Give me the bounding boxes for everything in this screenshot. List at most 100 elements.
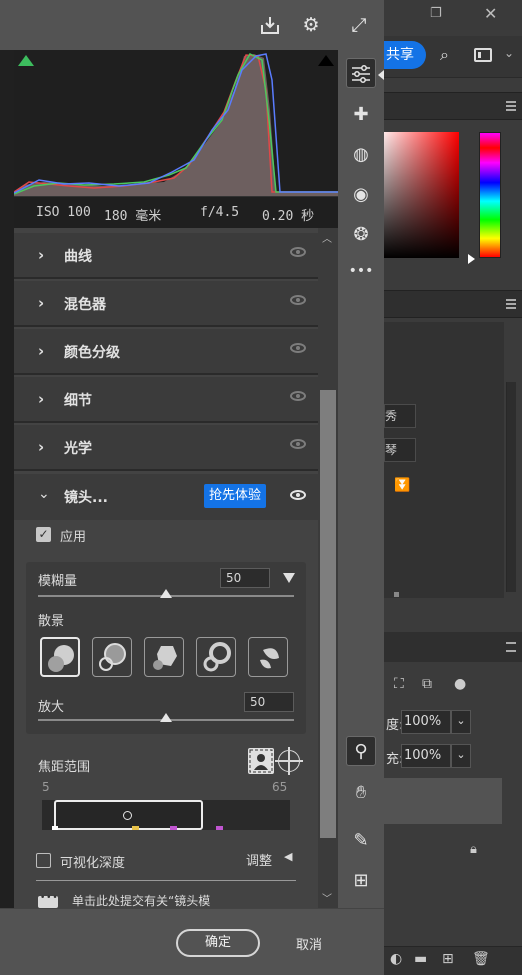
panel-scrollbar[interactable]: ︿ ﹀: [318, 228, 338, 908]
red-eye-icon[interactable]: ◉: [346, 180, 376, 210]
bokeh-circle-button[interactable]: [40, 637, 80, 677]
color-picker-field[interactable]: [384, 132, 459, 258]
eye-icon[interactable]: [290, 490, 306, 500]
close-icon[interactable]: ✕: [484, 4, 497, 23]
triangle-left-icon[interactable]: ◀: [284, 850, 292, 863]
toggle-icon[interactable]: ●: [454, 676, 466, 692]
grid-icon[interactable]: ⊞: [346, 866, 376, 896]
highlight-clipping-icon[interactable]: [316, 52, 336, 68]
feedback-link[interactable]: 单击此处提交有关“镜头模: [72, 892, 210, 908]
dialog-topbar: ⚙ ⤢: [0, 0, 384, 50]
chevron-down-icon: ⌄: [38, 486, 50, 502]
panel-layout-icon[interactable]: [474, 48, 492, 62]
download-icon[interactable]: [259, 14, 281, 36]
gear-icon[interactable]: ⚙: [300, 14, 322, 36]
shadow-clipping-icon[interactable]: [16, 52, 36, 68]
search-icon[interactable]: ⌕: [440, 45, 449, 65]
boost-input[interactable]: 50: [244, 692, 294, 712]
panel-menu-icon[interactable]: [506, 299, 516, 309]
section-label: 混色器: [64, 297, 106, 313]
range-marker: [52, 826, 58, 830]
lock-icon[interactable]: 🔒︎: [470, 842, 477, 857]
chevron-down-icon[interactable]: ⌄: [451, 710, 471, 734]
hue-pointer-icon[interactable]: [468, 254, 475, 264]
hand-icon[interactable]: ✋︎: [346, 778, 376, 808]
refine-label[interactable]: 调整: [246, 850, 272, 869]
panel-menu-icon[interactable]: [506, 101, 516, 111]
adjustment-icon[interactable]: ◐: [390, 951, 402, 967]
transform-icon[interactable]: ⛶: [394, 676, 404, 692]
image-preview-edge: [0, 50, 14, 908]
fullscreen-icon[interactable]: ⤢: [348, 14, 370, 36]
chevron-right-icon: ›: [38, 246, 45, 264]
new-layer-icon[interactable]: ⊞: [442, 951, 454, 967]
exif-info: ISO 100 180 毫米 f/4.5 0.20 秒: [14, 196, 338, 228]
scroll-up-icon[interactable]: ︿: [322, 230, 332, 245]
edit-sliders-icon[interactable]: [346, 58, 376, 88]
opacity-row: 度: 100% ⌄: [384, 710, 522, 736]
scrollbar-thumb[interactable]: [320, 390, 336, 838]
opacity-input[interactable]: 100%: [401, 710, 451, 734]
bokeh-bubble-button[interactable]: [92, 637, 132, 677]
property-field[interactable]: 琴: [384, 438, 416, 462]
bokeh-blade-button[interactable]: [144, 637, 184, 677]
align-bottom-icon[interactable]: ⏬: [394, 478, 410, 493]
section-optics[interactable]: › 光学: [14, 425, 318, 471]
section-lens-blur[interactable]: ⌄ 镜头... 抢先体验: [14, 474, 318, 520]
fill-input[interactable]: 100%: [401, 744, 451, 768]
triangle-down-icon[interactable]: [283, 573, 295, 583]
section-label: 颜色分级: [64, 345, 120, 361]
smart-object-icon[interactable]: ⧉: [422, 676, 432, 692]
layer-item[interactable]: [384, 778, 502, 824]
dialog-footer: 确定 取消: [0, 908, 384, 975]
eye-icon[interactable]: [290, 439, 306, 449]
scroll-down-icon[interactable]: ﹀: [322, 890, 332, 905]
section-curves[interactable]: › 曲线: [14, 233, 318, 279]
feedback-row[interactable]: 单击此处提交有关“镜头模: [38, 892, 298, 908]
property-field[interactable]: 秀: [384, 404, 416, 428]
trash-icon[interactable]: 🗑︎: [472, 951, 490, 967]
section-label: 细节: [64, 393, 92, 409]
subject-focus-icon[interactable]: [248, 748, 274, 774]
section-color-mixer[interactable]: › 混色器: [14, 281, 318, 327]
section-color-grading[interactable]: › 颜色分级: [14, 329, 318, 375]
restore-icon[interactable]: ❐: [430, 6, 442, 21]
eye-icon[interactable]: [290, 295, 306, 305]
early-access-badge: 抢先体验: [204, 484, 267, 508]
bokeh-cat-eye-button[interactable]: [248, 637, 288, 677]
eye-icon[interactable]: [290, 391, 306, 401]
folder-icon[interactable]: ▬: [414, 951, 427, 967]
mask-icon[interactable]: ◍: [346, 140, 376, 170]
histogram: [14, 50, 338, 196]
focal-length-value: 180 毫米: [104, 209, 162, 224]
apply-checkbox[interactable]: ✓: [36, 527, 51, 542]
chevron-down-icon[interactable]: ⌄: [504, 46, 514, 60]
eye-icon[interactable]: [290, 247, 306, 257]
focal-range-knob[interactable]: [123, 811, 132, 820]
zoom-icon[interactable]: ⚲: [346, 736, 376, 766]
more-icon[interactable]: •••: [346, 256, 376, 286]
blur-amount-thumb[interactable]: [160, 589, 172, 598]
blur-amount-input[interactable]: 50: [220, 568, 270, 588]
photoshop-background-window: ❐ ✕ 共享 ⌕ ⌄ 秀 琴 ⏬ ⛶ ⧉ ● 度: 100% ⌄ 充: 100%…: [384, 0, 522, 975]
ps-titlebar: ❐ ✕: [384, 0, 522, 30]
panel-menu-icon[interactable]: [506, 642, 516, 652]
ok-button[interactable]: 确定: [176, 929, 260, 957]
camera-raw-dialog: ⚙ ⤢ ISO 100 180 毫米 f/4.5 0.20 秒 › 曲线 › 混…: [0, 0, 384, 975]
focal-range-min: 5: [42, 780, 50, 794]
visualize-depth-checkbox[interactable]: [36, 853, 51, 868]
presets-icon[interactable]: ❂: [346, 220, 376, 250]
cancel-button[interactable]: 取消: [296, 934, 322, 953]
section-detail[interactable]: › 细节: [14, 377, 318, 423]
properties-scrollbar[interactable]: [506, 382, 516, 592]
boost-thumb[interactable]: [160, 713, 172, 722]
healing-bandage-icon[interactable]: ✚: [346, 100, 376, 130]
bokeh-ring-button[interactable]: [196, 637, 236, 677]
target-focus-icon[interactable]: [275, 747, 303, 775]
eye-icon[interactable]: [290, 343, 306, 353]
share-button[interactable]: 共享: [384, 41, 426, 69]
color-sampler-icon[interactable]: ✎: [346, 826, 376, 856]
hue-slider[interactable]: [479, 132, 501, 258]
apply-label: 应用: [60, 530, 87, 545]
chevron-down-icon[interactable]: ⌄: [451, 744, 471, 768]
